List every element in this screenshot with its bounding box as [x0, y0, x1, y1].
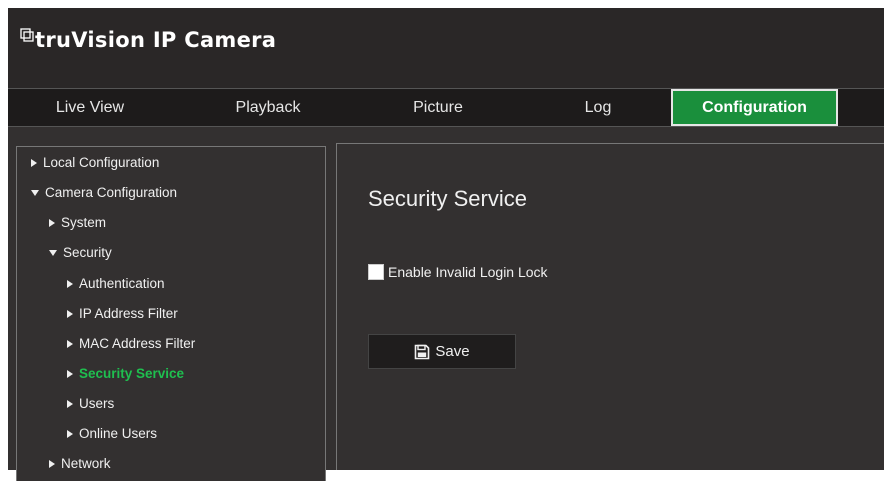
sidebar-item-label: Online Users: [79, 426, 158, 441]
config-sidebar: Local Configuration Camera Configuration…: [16, 146, 326, 481]
expand-arrow-icon: [67, 310, 73, 318]
expand-arrow-icon: [67, 370, 73, 378]
sidebar-item-online-users[interactable]: Online Users: [67, 423, 157, 445]
sidebar-item-label: Local Configuration: [43, 155, 160, 170]
tab-log[interactable]: Log: [528, 89, 668, 126]
collapse-arrow-icon: [49, 250, 57, 256]
sidebar-item-security[interactable]: Security: [49, 242, 112, 264]
expand-arrow-icon: [67, 340, 73, 348]
collapse-arrow-icon: [31, 190, 39, 196]
tab-picture[interactable]: Picture: [368, 89, 508, 126]
sidebar-item-users[interactable]: Users: [67, 393, 114, 415]
page-title: Security Service: [368, 186, 527, 211]
sidebar-item-label: Security Service: [79, 366, 185, 381]
sidebar-item-label: Users: [79, 396, 115, 411]
tab-playback[interactable]: Playback: [198, 89, 338, 126]
expand-arrow-icon: [49, 460, 55, 468]
sidebar-item-label: Network: [61, 456, 111, 471]
logo-text: truVision IP Camera: [35, 28, 277, 52]
sidebar-item-security-service[interactable]: Security Service: [67, 363, 184, 385]
expand-arrow-icon: [67, 280, 73, 288]
tab-live-view[interactable]: Live View: [20, 89, 160, 126]
save-icon: [415, 344, 430, 359]
main-nav: Live View Playback Picture Log Configura…: [8, 88, 884, 127]
expand-arrow-icon: [49, 219, 55, 227]
truvision-logo-icon: [20, 28, 34, 42]
enable-invalid-login-lock-label: Enable Invalid Login Lock: [388, 264, 548, 280]
sidebar-item-label: System: [61, 215, 107, 230]
expand-arrow-icon: [67, 430, 73, 438]
sidebar-item-ip-address-filter[interactable]: IP Address Filter: [67, 303, 178, 325]
sidebar-item-system[interactable]: System: [49, 212, 106, 234]
sidebar-item-local-configuration[interactable]: Local Configuration: [31, 152, 159, 174]
enable-invalid-login-lock-row: Enable Invalid Login Lock: [368, 264, 548, 280]
sidebar-item-mac-address-filter[interactable]: MAC Address Filter: [67, 333, 195, 355]
tab-configuration[interactable]: Configuration: [671, 89, 838, 126]
sidebar-item-camera-configuration[interactable]: Camera Configuration: [31, 182, 177, 204]
save-label: Save: [435, 343, 470, 360]
content-panel: Security Service Enable Invalid Login Lo…: [336, 143, 884, 470]
sidebar-item-label: Authentication: [79, 276, 165, 291]
logo: truVision IP Camera: [20, 28, 276, 52]
sidebar-item-label: Camera Configuration: [45, 185, 178, 200]
sidebar-item-label: Security: [63, 245, 112, 260]
save-button[interactable]: Save: [368, 334, 516, 369]
expand-arrow-icon: [67, 400, 73, 408]
sidebar-item-label: MAC Address Filter: [79, 336, 196, 351]
sidebar-item-network[interactable]: Network: [49, 453, 111, 475]
header: truVision IP Camera: [8, 8, 884, 88]
sidebar-item-authentication[interactable]: Authentication: [67, 273, 165, 295]
expand-arrow-icon: [31, 159, 37, 167]
sidebar-item-label: IP Address Filter: [79, 306, 178, 321]
enable-invalid-login-lock-checkbox[interactable]: [368, 264, 384, 280]
